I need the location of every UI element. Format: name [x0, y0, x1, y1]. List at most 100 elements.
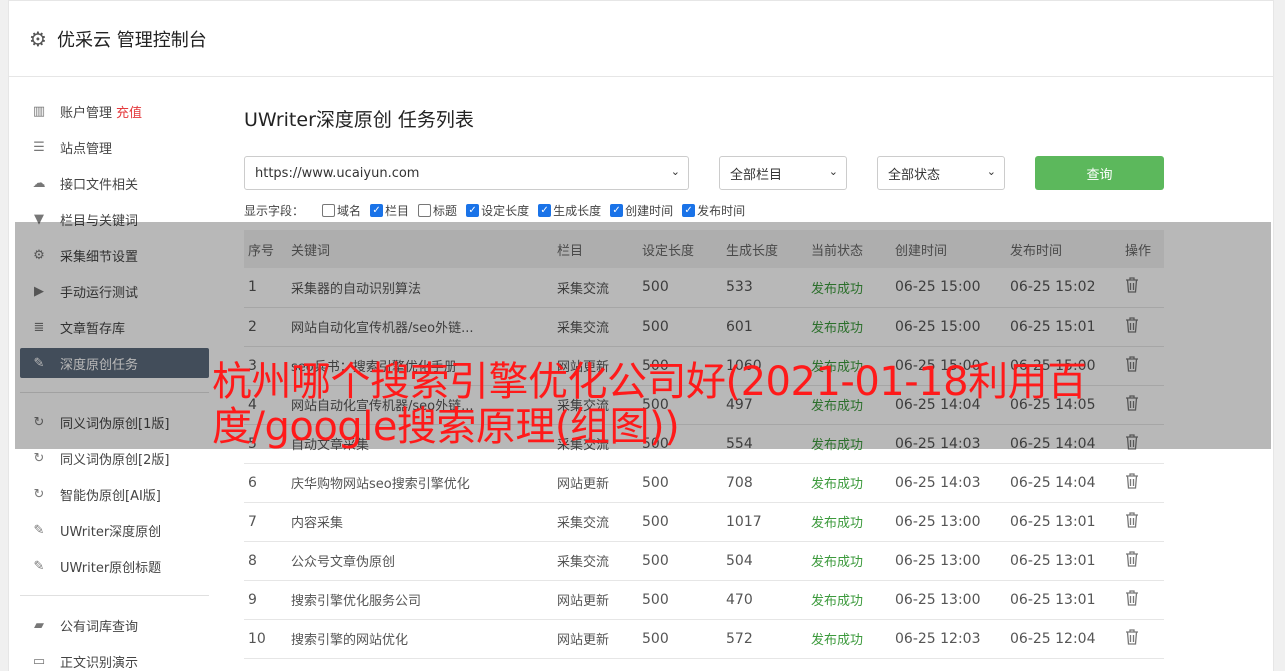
action-cell: [1125, 619, 1164, 659]
table-cell: 网站更新: [557, 580, 642, 620]
table-cell: 发布成功: [811, 502, 895, 542]
table-cell: 6: [244, 463, 291, 503]
display-fields-label: 显示字段：: [244, 203, 305, 218]
sidebar-item[interactable]: ✎ UWriter深度原创: [20, 515, 209, 545]
trash-icon[interactable]: [1125, 472, 1139, 493]
field-checkbox-label: 栏目: [385, 203, 410, 218]
table-cell: 470: [726, 580, 811, 620]
checkbox-checked-icon: ✓: [538, 203, 552, 217]
sidebar-item[interactable]: ▥ 账户管理 充值: [20, 96, 209, 126]
edit-icon: ✎: [33, 558, 45, 574]
field-checkbox[interactable]: ✓ 设定长度: [466, 202, 529, 219]
field-checkbox-label: 创建时间: [625, 203, 674, 218]
table-cell: 500: [642, 619, 726, 659]
table-cell: 06-25 12:03: [895, 619, 1010, 659]
overlay-title: 杭州哪个搜索引擎优化公司好(2021-01-18利用百度/google搜索原理(…: [212, 359, 1087, 450]
trash-icon[interactable]: [1125, 550, 1139, 571]
table-cell: 内容采集: [291, 502, 557, 542]
chevron-down-icon: ⌄: [986, 165, 996, 178]
sidebar-item-label: 同义词伪原创[2版]: [60, 452, 170, 468]
sidebar-item-label: 站点管理: [60, 141, 113, 157]
checkbox-empty-icon: [418, 203, 432, 217]
sidebar-item[interactable]: ☁ 接口文件相关: [20, 168, 209, 198]
table-cell: 500: [642, 580, 726, 620]
sidebar-item[interactable]: ▭ 正文识别演示: [20, 646, 209, 671]
table-cell: 搜索引擎优化服务公司: [291, 580, 557, 620]
sidebar-item[interactable]: ▰ 公有词库查询: [20, 610, 209, 640]
sidebar-item-label: 正文识别演示: [60, 655, 139, 671]
trash-icon[interactable]: [1125, 589, 1139, 610]
table-cell: 06-25 13:00: [895, 580, 1010, 620]
action-cell: [1125, 580, 1164, 620]
recharge-link[interactable]: 充值: [116, 102, 142, 121]
sidebar-item-label: UWriter原创标题: [60, 560, 162, 576]
field-checkbox-label: 设定长度: [481, 203, 530, 218]
sidebar-item[interactable]: ↻ 智能伪原创[AI版]: [20, 479, 209, 509]
refresh-icon: ↻: [33, 486, 45, 502]
trash-icon[interactable]: [1125, 511, 1139, 532]
table-cell: 采集交流: [557, 541, 642, 581]
field-checkbox[interactable]: ✓ 生成长度: [538, 202, 601, 219]
table-cell: 06-25 13:01: [1010, 502, 1125, 542]
site-select-value: https://www.ucaiyun.com: [255, 165, 420, 181]
table-cell: 8: [244, 541, 291, 581]
display-fields: 显示字段： 域名 ✓ 栏目 标题 ✓ 设定长度 ✓ 生成长度 ✓ 创建时间 ✓ 发布时间: [244, 202, 1164, 218]
field-checkbox[interactable]: ✓ 创建时间: [610, 202, 673, 219]
checkbox-checked-icon: ✓: [610, 203, 624, 217]
field-checkbox[interactable]: ✓ 栏目: [370, 202, 409, 219]
table-row: 7 内容采集 采集交流 500 1017 发布成功 06-25 13:00 06-25 13:…: [244, 502, 1164, 542]
table-cell: 572: [726, 619, 811, 659]
sidebar-item-label: 公有词库查询: [60, 619, 139, 635]
table-cell: 06-25 13:01: [1010, 580, 1125, 620]
action-cell: [1125, 541, 1164, 581]
table-cell: 搜索引擎的网站优化: [291, 619, 557, 659]
table-cell: 发布成功: [811, 463, 895, 503]
field-checkbox[interactable]: 域名: [322, 202, 361, 219]
field-checkbox-label: 发布时间: [697, 203, 746, 218]
table-cell: 网站更新: [557, 463, 642, 503]
sidebar-item-label: 账户管理: [60, 105, 113, 121]
field-checkbox[interactable]: 标题: [418, 202, 457, 219]
table-cell: 06-25 14:04: [1010, 463, 1125, 503]
sidebar-item-label: 接口文件相关: [60, 177, 139, 193]
sidebar-item[interactable]: ☰ 站点管理: [20, 132, 209, 162]
app-title: 优采云 管理控制台: [57, 29, 207, 51]
sidebar-divider: [20, 595, 209, 596]
checkbox-checked-icon: ✓: [466, 203, 480, 217]
page-title: UWriter深度原创 任务列表: [244, 109, 474, 131]
table-cell: 500: [642, 541, 726, 581]
column-select[interactable]: 全部栏目 ⌄: [719, 156, 847, 190]
status-select[interactable]: 全部状态 ⌄: [877, 156, 1005, 190]
gear-icon: ⚙: [29, 26, 47, 51]
edit-icon: ✎: [33, 522, 45, 538]
table-cell: 708: [726, 463, 811, 503]
chevron-down-icon: ⌄: [670, 165, 680, 178]
field-checkbox-label: 标题: [433, 203, 458, 218]
table-cell: 06-25 13:00: [895, 502, 1010, 542]
site-select[interactable]: https://www.ucaiyun.com ⌄: [244, 156, 689, 190]
checkbox-checked-icon: ✓: [370, 203, 384, 217]
table-cell: 500: [642, 463, 726, 503]
sidebar-item-label: UWriter深度原创: [60, 524, 162, 540]
table-cell: 06-25 12:04: [1010, 619, 1125, 659]
cloud-upload-icon: ☁: [32, 175, 46, 191]
query-button[interactable]: 查询: [1035, 156, 1164, 190]
trash-icon[interactable]: [1125, 628, 1139, 649]
field-checkbox-label: 域名: [337, 203, 362, 218]
table-row: 9 搜索引擎优化服务公司 网站更新 500 470 发布成功 06-25 13:00 06-2…: [244, 580, 1164, 620]
table-cell: 采集交流: [557, 502, 642, 542]
sidebar-item[interactable]: ✎ UWriter原创标题: [20, 551, 209, 581]
field-checkbox[interactable]: ✓ 发布时间: [682, 202, 745, 219]
table-cell: 9: [244, 580, 291, 620]
table-cell: 网站更新: [557, 619, 642, 659]
server-icon: ☰: [33, 139, 45, 155]
filter-bar: https://www.ucaiyun.com ⌄ 全部栏目 ⌄ 全部状态 ⌄ …: [244, 156, 1164, 190]
table-cell: 发布成功: [811, 541, 895, 581]
column-select-value: 全部栏目: [730, 167, 783, 183]
action-cell: [1125, 463, 1164, 503]
table-cell: 发布成功: [811, 619, 895, 659]
table-cell: 06-25 13:00: [895, 541, 1010, 581]
top-bar: ⚙ 优采云 管理控制台: [9, 1, 1273, 77]
chevron-down-icon: ⌄: [828, 165, 838, 178]
table-cell: 7: [244, 502, 291, 542]
